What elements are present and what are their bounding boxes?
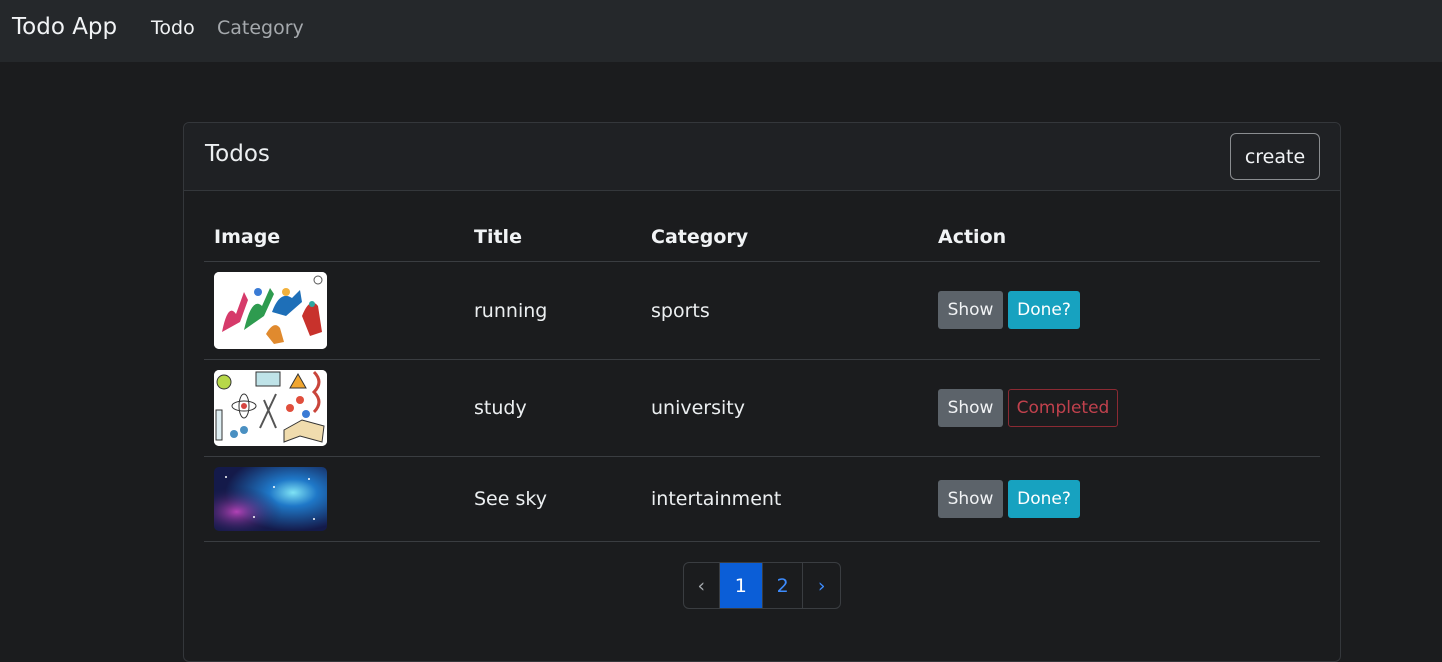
previous-page-button[interactable]: ‹ xyxy=(684,563,720,608)
todo-category: intertainment xyxy=(651,488,782,510)
nav-link-todo[interactable]: Todo xyxy=(151,16,195,40)
completed-badge: Completed xyxy=(1008,389,1118,427)
page-title: Todos xyxy=(205,141,270,167)
todo-title: See sky xyxy=(474,488,547,510)
table-divider xyxy=(204,541,1320,542)
todo-title: study xyxy=(474,397,527,419)
table-divider xyxy=(204,456,1320,457)
column-header-action: Action xyxy=(938,226,1007,248)
card-header: Todos create xyxy=(184,123,1340,191)
todo-image xyxy=(214,370,327,446)
create-button[interactable]: create xyxy=(1230,133,1320,180)
column-header-category: Category xyxy=(651,226,749,248)
table-divider xyxy=(204,359,1320,360)
brand-link[interactable]: Todo App xyxy=(12,12,117,42)
todo-image xyxy=(214,272,327,349)
column-header-image: Image xyxy=(214,226,281,248)
column-header-title: Title xyxy=(474,226,522,248)
nav-link-category[interactable]: Category xyxy=(217,16,304,40)
show-button[interactable]: Show xyxy=(938,389,1003,427)
page-1-button[interactable]: 1 xyxy=(719,563,763,608)
table-divider xyxy=(204,261,1320,262)
done-button[interactable]: Done? xyxy=(1008,480,1080,518)
todo-category: university xyxy=(651,397,745,419)
todo-title: running xyxy=(474,300,548,322)
next-page-button[interactable]: › xyxy=(803,563,840,608)
pagination: ‹ 1 2 › xyxy=(683,562,841,609)
done-button[interactable]: Done? xyxy=(1008,291,1080,329)
page-2-button[interactable]: 2 xyxy=(763,563,804,608)
show-button[interactable]: Show xyxy=(938,480,1003,518)
show-button[interactable]: Show xyxy=(938,291,1003,329)
todo-image xyxy=(214,467,327,531)
top-navbar: Todo App Todo Category xyxy=(0,0,1442,62)
todo-category: sports xyxy=(651,300,710,322)
